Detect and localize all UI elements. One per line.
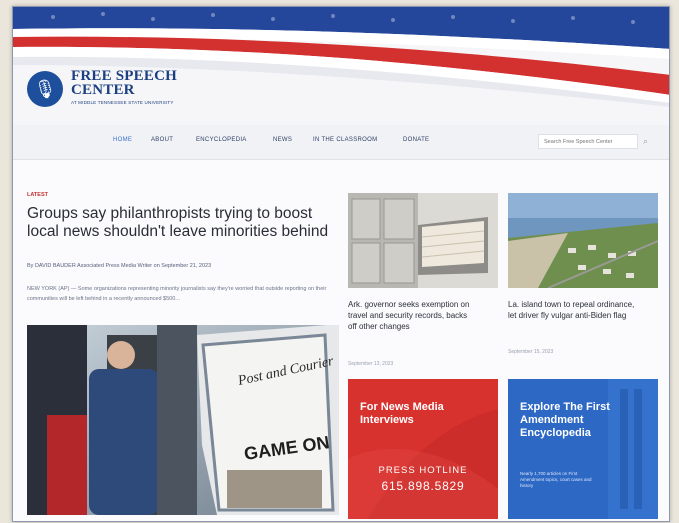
press-hotline-phone[interactable]: 615.898.5829: [348, 479, 498, 493]
header-banner: 🎙 FREE SPEECH CENTER AT MIDDLE TENNESSEE…: [13, 7, 669, 127]
card-date: September 13, 2023: [348, 361, 394, 367]
lead-headline[interactable]: Groups say philanthropists trying to boo…: [27, 205, 339, 241]
filing-cabinet-photo[interactable]: [348, 193, 498, 288]
card-title[interactable]: La. island town to repeal ordinance, let…: [508, 299, 638, 321]
promo-title: Explore The First Amendment Encyclopedia: [520, 401, 610, 439]
press-hotline-label: PRESS HOTLINE: [378, 465, 468, 476]
nav-about[interactable]: ABOUT: [151, 137, 173, 143]
site-logo[interactable]: 🎙 FREE SPEECH CENTER AT MIDDLE TENNESSEE…: [27, 69, 227, 115]
lead-photo[interactable]: Post and Courier GAME ON: [27, 325, 339, 515]
site-tagline: AT MIDDLE TENNESSEE STATE UNIVERSITY: [71, 100, 174, 105]
search-input[interactable]: [538, 134, 638, 149]
promo-title: For News Media Interviews: [360, 401, 444, 426]
nav-home[interactable]: HOME: [113, 137, 132, 143]
lead-byline: By DAVID BAUDER Associated Press Media W…: [27, 263, 212, 269]
main-nav: HOME ABOUT ENCYCLOPEDIA NEWS IN THE CLAS…: [13, 125, 669, 160]
card-date: September 15, 2023: [508, 349, 554, 355]
media-interviews-promo[interactable]: For News Media Interviews PRESS HOTLINE …: [348, 379, 498, 519]
nav-donate[interactable]: DONATE: [403, 137, 429, 143]
section-label: LATEST: [27, 192, 48, 198]
encyclopedia-promo[interactable]: Explore The First Amendment Encyclopedia…: [508, 379, 658, 519]
nav-in-the-classroom[interactable]: IN THE CLASSROOM: [313, 137, 377, 143]
nav-news[interactable]: NEWS: [273, 137, 292, 143]
card-title[interactable]: Ark. governor seeks exemption on travel …: [348, 299, 473, 332]
coastal-town-aerial-photo[interactable]: [508, 193, 658, 288]
nav-encyclopedia[interactable]: ENCYCLOPEDIA: [196, 137, 247, 143]
microphone-icon: 🎙: [27, 71, 63, 107]
promo-description: Nearly 1,700 articles on First Amendment…: [520, 471, 592, 488]
site-name: FREE SPEECH CENTER: [71, 68, 177, 98]
lead-excerpt: NEW YORK (AP) — Some organizations repre…: [27, 286, 327, 302]
browser-page: 🎙 FREE SPEECH CENTER AT MIDDLE TENNESSEE…: [12, 6, 670, 522]
search-icon[interactable]: ⌕: [643, 136, 648, 147]
